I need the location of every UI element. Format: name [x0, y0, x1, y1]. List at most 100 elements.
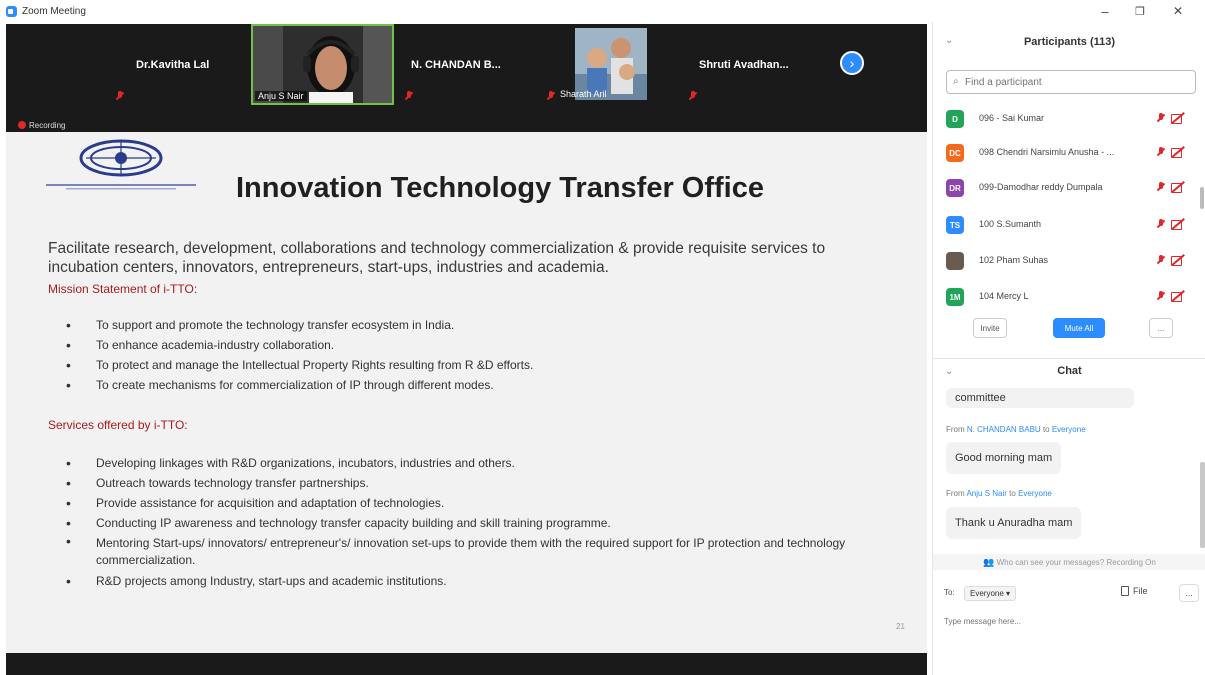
- mute-all-button[interactable]: Mute All: [1053, 318, 1105, 338]
- participants-scrollbar[interactable]: [1200, 187, 1204, 209]
- mission-heading: Mission Statement of i-TTO:: [48, 282, 198, 296]
- video-off-icon: [1171, 147, 1185, 158]
- video-off-icon: [1171, 113, 1185, 124]
- chat-message: committee: [946, 388, 1134, 408]
- participant-name: 104 Mercy L: [979, 291, 1029, 301]
- participant-name: N. CHANDAN B...: [411, 59, 501, 71]
- window-title: Zoom Meeting: [22, 5, 86, 17]
- participant-row[interactable]: D 096 - Sai Kumar: [933, 102, 1198, 136]
- participant-name: 096 - Sai Kumar: [979, 113, 1045, 123]
- file-button[interactable]: File: [1121, 586, 1148, 596]
- title-bar: Zoom Meeting – ❐ ✕: [0, 0, 1205, 22]
- list-item: Conducting IP awareness and technology t…: [66, 513, 886, 533]
- list-item: To create mechanisms for commercializati…: [66, 375, 886, 395]
- muted-mic-icon[interactable]: [1157, 147, 1165, 157]
- chat-visibility-info[interactable]: 👥 Who can see your messages? Recording O…: [933, 554, 1205, 570]
- list-item: To support and promote the technology tr…: [66, 315, 886, 335]
- avatar: TS: [946, 216, 964, 234]
- recording-dot-icon: [18, 121, 26, 129]
- slide-intro-text: Facilitate research, development, collab…: [48, 240, 826, 276]
- video-off-icon: [1171, 219, 1185, 230]
- participants-title: Participants (113): [1023, 36, 1116, 48]
- services-heading: Services offered by i-TTO:: [48, 418, 188, 432]
- avatar: 1M: [946, 288, 964, 306]
- slide-title: Innovation Technology Transfer Office: [236, 172, 764, 204]
- video-tile-sharath[interactable]: Sharath Aril: [539, 24, 679, 105]
- chat-recipient-row: To: Everyone ▾ File ...: [933, 583, 1205, 605]
- shared-screen-slide: Innovation Technology Transfer Office Fa…: [6, 132, 927, 653]
- chat-message-input[interactable]: [944, 612, 1194, 630]
- muted-mic-icon[interactable]: [1157, 182, 1165, 192]
- chat-message: Thank u Anuradha mam: [946, 507, 1082, 539]
- participant-row[interactable]: 102 Pham Suhas: [933, 244, 1198, 278]
- zoom-logo-icon: [6, 5, 17, 17]
- participant-row[interactable]: DC 098 Chendri Narsimlu Anusha - ...: [933, 136, 1198, 170]
- muted-mic-icon[interactable]: [1157, 291, 1165, 301]
- invite-button[interactable]: Invite: [973, 318, 1007, 338]
- recipient-name[interactable]: Everyone: [1052, 425, 1086, 434]
- list-item: Mentoring Start-ups/ innovators/ entrepr…: [66, 533, 886, 571]
- maximize-button[interactable]: ❐: [1122, 0, 1158, 22]
- muted-mic-icon: [547, 91, 555, 101]
- participant-name: Dr.Kavitha Lal: [136, 59, 210, 71]
- participant-row[interactable]: 1M 104 Mercy L: [933, 280, 1198, 314]
- mission-list: To support and promote the technology tr…: [66, 315, 886, 395]
- participant-name: Shruti Avadhan...: [699, 59, 789, 71]
- participant-name: Anju S Nair: [255, 91, 307, 101]
- recipient-dropdown[interactable]: Everyone ▾: [964, 586, 1017, 601]
- video-gallery-strip: Dr.Kavitha Lal Anju S Nair N. CHANDAN B.…: [6, 24, 927, 132]
- video-tile-chandan[interactable]: N. CHANDAN B...: [397, 24, 537, 105]
- slide-page-number: 21: [896, 622, 905, 631]
- participant-search[interactable]: ⌕: [946, 70, 1196, 94]
- share-bottom-bar: [6, 653, 927, 675]
- video-off-icon: [1171, 182, 1185, 193]
- chat-sender-line: From Anju S Nair to Everyone: [946, 489, 1052, 498]
- services-list: Developing linkages with R&D organizatio…: [66, 453, 886, 591]
- sender-name[interactable]: N. CHANDAN BABU: [967, 425, 1041, 434]
- side-panel: ⌄ Participants (113) ⌕ D 096 - Sai Kumar…: [932, 22, 1205, 675]
- list-item: To enhance academia-industry collaborati…: [66, 335, 886, 355]
- muted-mic-icon: [116, 91, 124, 101]
- video-tile-shruti[interactable]: Shruti Avadhan...: [681, 24, 831, 105]
- participant-name: 102 Pham Suhas: [979, 255, 1049, 265]
- list-item: Outreach towards technology transfer par…: [66, 473, 886, 493]
- video-tile-anju[interactable]: Anju S Nair: [251, 24, 394, 105]
- muted-mic-icon[interactable]: [1157, 113, 1165, 123]
- list-item: R&D projects among Industry, start-ups a…: [66, 571, 886, 591]
- chat-header: ⌄ Chat: [933, 358, 1205, 384]
- zoom-meeting-window: Zoom Meeting – ❐ ✕ Dr.Kavitha Lal Anju S…: [0, 0, 1205, 675]
- chat-title: Chat: [1057, 365, 1082, 377]
- recording-label: Recording: [29, 120, 66, 130]
- video-off-icon: [1171, 255, 1185, 266]
- participant-name: 100 S.Sumanth: [979, 219, 1042, 229]
- participant-row[interactable]: DR 099-Damodhar reddy Dumpala: [933, 171, 1198, 205]
- minimize-button[interactable]: –: [1087, 0, 1123, 22]
- sender-name[interactable]: Anju S Nair: [966, 489, 1006, 498]
- close-button[interactable]: ✕: [1160, 0, 1196, 22]
- search-input[interactable]: [965, 74, 1185, 90]
- muted-mic-icon[interactable]: [1157, 255, 1165, 265]
- participant-row[interactable]: TS 100 S.Sumanth: [933, 208, 1198, 242]
- search-icon: ⌕: [953, 76, 959, 87]
- participant-name: 099-Damodhar reddy Dumpala: [979, 182, 1103, 192]
- list-item: Developing linkages with R&D organizatio…: [66, 453, 886, 473]
- recipient-name[interactable]: Everyone: [1018, 489, 1052, 498]
- chat-scrollbar[interactable]: [1200, 462, 1205, 548]
- participant-name: Sharath Aril: [560, 89, 607, 99]
- chevron-right-icon: ›: [849, 55, 855, 71]
- video-off-icon: [1171, 291, 1185, 302]
- muted-mic-icon: [689, 91, 697, 101]
- avatar: [946, 252, 964, 270]
- institution-logo: [46, 139, 196, 190]
- more-options-button[interactable]: ...: [1149, 318, 1173, 338]
- chat-sender-line: From N. CHANDAN BABU to Everyone: [946, 425, 1086, 434]
- video-tile-kavitha[interactable]: Dr.Kavitha Lal: [108, 24, 248, 105]
- muted-mic-icon[interactable]: [1157, 219, 1165, 229]
- to-label: To:: [944, 588, 955, 597]
- chat-more-button[interactable]: ...: [1179, 584, 1199, 602]
- file-icon: [1121, 586, 1129, 596]
- muted-mic-icon: [405, 91, 413, 101]
- participants-header: ⌄ Participants (113): [933, 22, 1205, 62]
- avatar: DR: [946, 179, 964, 197]
- next-page-button[interactable]: ›: [840, 51, 864, 75]
